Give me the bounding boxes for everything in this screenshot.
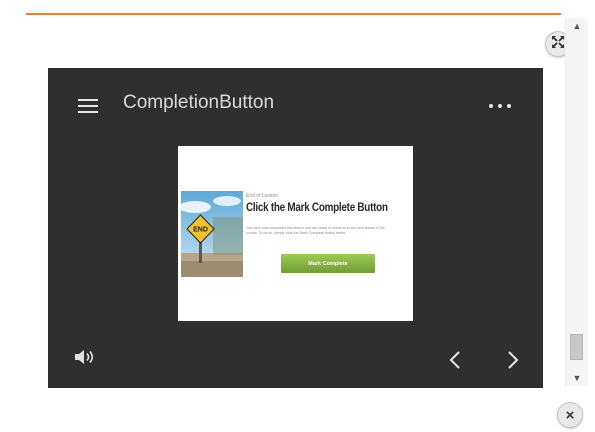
sign-text: END (193, 227, 208, 234)
page-scrollbar[interactable]: ▲ ▼ (565, 18, 588, 386)
scroll-down-arrow-icon[interactable]: ▼ (566, 370, 588, 386)
chevron-left-icon[interactable] (448, 350, 462, 375)
expand-arrows-icon (551, 35, 565, 54)
chevron-right-icon[interactable] (506, 350, 520, 375)
course-player: CompletionButton END End of Lesson Click… (48, 68, 543, 388)
scroll-up-arrow-icon[interactable]: ▲ (566, 18, 588, 34)
scroll-thumb[interactable] (570, 334, 583, 360)
close-button[interactable]: × (557, 402, 583, 428)
mark-complete-button[interactable]: Mark Complete (281, 254, 375, 273)
more-dots-icon[interactable] (489, 104, 511, 108)
volume-icon[interactable] (74, 349, 96, 370)
hamburger-menu-icon[interactable] (78, 99, 98, 113)
player-title: CompletionButton (123, 92, 275, 113)
accent-divider (26, 13, 561, 15)
lesson-slide: END End of Lesson Click the Mark Complet… (178, 146, 413, 321)
road-sign-image: END (181, 191, 243, 277)
slide-eyebrow: End of Lesson (246, 193, 278, 199)
slide-body-text: You have now completed this lesson and a… (246, 226, 385, 235)
close-icon: × (565, 406, 575, 424)
slide-heading: Click the Mark Complete Button (246, 202, 388, 214)
